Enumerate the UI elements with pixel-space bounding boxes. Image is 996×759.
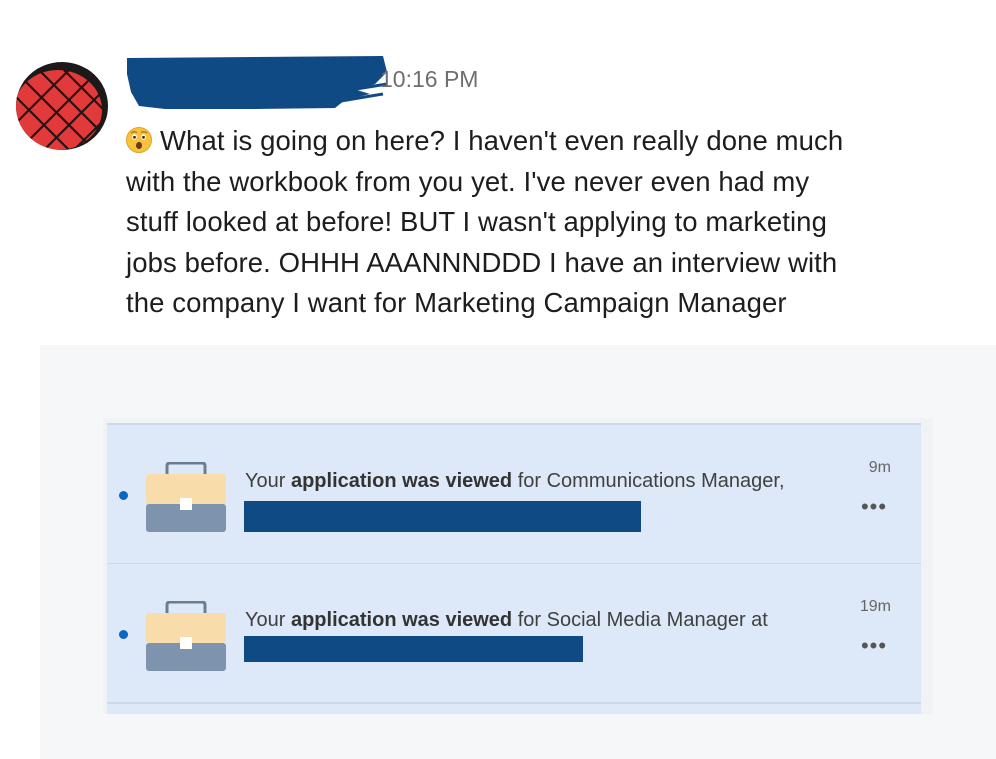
company-name-redaction: [244, 501, 641, 532]
more-options-button[interactable]: •••: [857, 496, 891, 519]
briefcase-icon: [146, 601, 226, 671]
notification-age: 19m: [859, 598, 891, 615]
message-text: What is going on here? I haven't even re…: [126, 125, 844, 318]
unread-dot: [119, 491, 128, 500]
notification-item[interactable]: Your application was viewed for Social M…: [107, 564, 921, 704]
avatar[interactable]: [14, 60, 110, 152]
company-name-redaction: [244, 636, 583, 662]
briefcase-icon: [146, 462, 226, 532]
message-body: What is going on here? I haven't even re…: [126, 121, 956, 324]
notification-age: 9m: [868, 459, 891, 476]
message-timestamp: 10:16 PM: [380, 66, 479, 92]
more-options-button[interactable]: •••: [857, 635, 891, 658]
notification-item[interactable]: Your application was viewed for Communic…: [107, 423, 921, 565]
astonished-face-emoji-icon: [126, 127, 152, 153]
notification-text: Your application was viewed for Social M…: [245, 609, 768, 631]
sender-name-redaction: [127, 56, 388, 109]
notification-item-partial: [107, 704, 921, 714]
unread-dot: [119, 630, 128, 639]
notification-text: Your application was viewed for Communic…: [245, 470, 785, 492]
